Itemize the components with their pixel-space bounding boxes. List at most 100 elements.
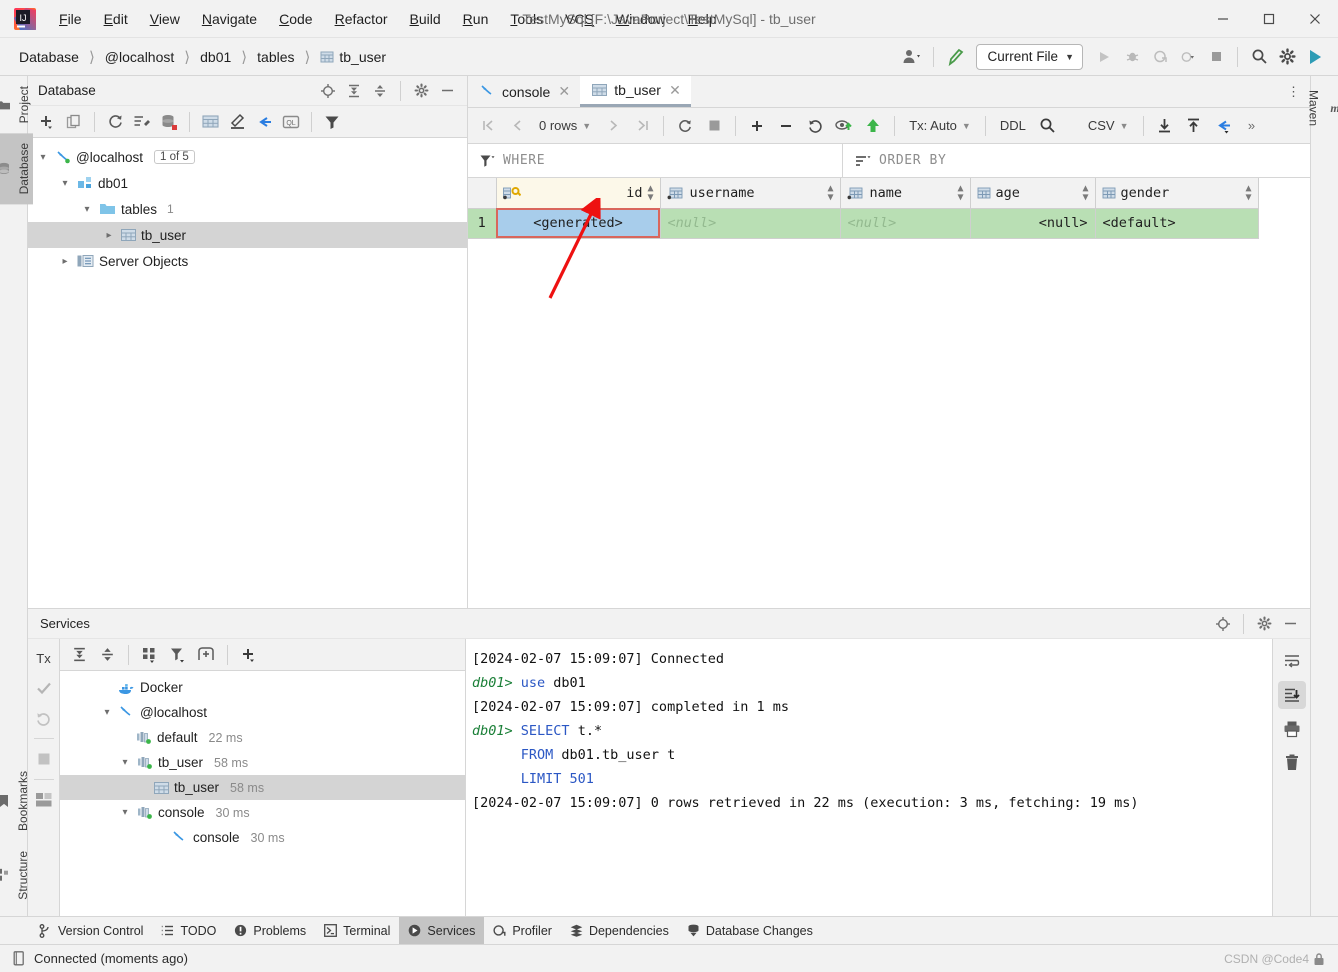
- chevron-right-icon[interactable]: ▸: [102, 230, 116, 241]
- soft-wrap-icon[interactable]: [1278, 647, 1306, 675]
- filter-icon[interactable]: [319, 110, 345, 134]
- last-page-button[interactable]: [628, 113, 656, 139]
- stop-icon[interactable]: [31, 746, 57, 772]
- collapse-all-icon[interactable]: [368, 80, 392, 102]
- hide-panel-icon[interactable]: [1278, 613, 1302, 635]
- toolbar-overflow-button[interactable]: »: [1238, 113, 1266, 139]
- data-grid[interactable]: id ▲ ▼ username ▲ ▼ name ▲ ▼ age ▲ ▼ gen…: [468, 178, 1310, 608]
- where-filter-input[interactable]: WHERE: [468, 144, 843, 177]
- search-icon[interactable]: [1034, 113, 1062, 139]
- sidebar-item-bookmarks[interactable]: Bookmarks: [0, 761, 32, 841]
- menu-edit[interactable]: Edit: [93, 7, 139, 31]
- ide-assistant-icon[interactable]: [1302, 45, 1328, 69]
- database-tree[interactable]: ▾ @localhost 1 of 5 ▾ db01 ▾ tables 1 ▸ …: [28, 138, 467, 608]
- locate-target-icon[interactable]: [316, 80, 340, 102]
- menu-view[interactable]: View: [139, 7, 191, 31]
- delete-row-button[interactable]: [772, 113, 800, 139]
- cell-gender[interactable]: <default>: [1095, 208, 1259, 239]
- add-service-button[interactable]: [236, 643, 262, 667]
- menu-run[interactable]: Run: [452, 7, 500, 31]
- menu-window[interactable]: Window: [605, 7, 677, 31]
- services-node-console[interactable]: console 30 ms: [60, 825, 465, 850]
- tree-node-server-objects[interactable]: ▸ Server Objects: [28, 248, 467, 274]
- settings-gear-icon[interactable]: [1274, 45, 1300, 69]
- tree-node-tb-user[interactable]: ▸ tb_user: [28, 222, 467, 248]
- scroll-to-end-icon[interactable]: [1277, 681, 1306, 709]
- expand-all-icon[interactable]: [66, 643, 92, 667]
- menu-help[interactable]: Help: [677, 7, 728, 31]
- database-stop-icon[interactable]: [156, 110, 182, 134]
- gear-icon[interactable]: [1252, 613, 1276, 635]
- result-table[interactable]: id ▲ ▼ username ▲ ▼ name ▲ ▼ age ▲ ▼ gen…: [468, 178, 1259, 239]
- column-header-age[interactable]: age ▲ ▼: [970, 178, 1096, 209]
- menu-tools[interactable]: Tools: [499, 7, 554, 31]
- tool-button-problems[interactable]: Problems: [225, 917, 315, 945]
- close-button[interactable]: [1292, 0, 1338, 38]
- tab-console[interactable]: console ✕: [468, 76, 580, 107]
- chevron-down-icon[interactable]: ▾: [36, 152, 50, 163]
- services-node-console-session[interactable]: ▾ console 30 ms: [60, 800, 465, 825]
- debug-button[interactable]: [1119, 45, 1145, 69]
- menu-vcs[interactable]: VCS: [554, 7, 605, 31]
- collapse-all-icon[interactable]: [94, 643, 120, 667]
- jump-to-source-icon[interactable]: [251, 110, 277, 134]
- tree-node-localhost[interactable]: ▾ @localhost 1 of 5: [28, 144, 467, 170]
- services-node-docker[interactable]: Docker: [60, 675, 465, 700]
- tool-button-version-control[interactable]: Version Control: [30, 917, 152, 945]
- export-data-button[interactable]: [1151, 113, 1179, 139]
- chevron-down-icon[interactable]: ▾: [118, 807, 132, 818]
- layout-icon[interactable]: [31, 787, 57, 813]
- chevron-down-icon[interactable]: ▾: [58, 178, 72, 189]
- prev-page-button[interactable]: [503, 113, 531, 139]
- cancel-query-button[interactable]: [700, 113, 728, 139]
- group-by-icon[interactable]: [137, 643, 163, 667]
- services-tree[interactable]: Docker ▾ @localhost default 22 ms ▾ tb_u…: [60, 671, 465, 916]
- services-node-tb-user-result[interactable]: tb_user 58 ms: [60, 775, 465, 800]
- cell-age[interactable]: <null>: [970, 208, 1096, 239]
- jump-to-source-icon[interactable]: [1209, 113, 1237, 139]
- tool-button-todo[interactable]: TODO: [152, 917, 225, 945]
- main-menu[interactable]: File Edit View Navigate Code Refactor Bu…: [48, 7, 727, 31]
- menu-build[interactable]: Build: [399, 7, 452, 31]
- transaction-button[interactable]: Tx: [31, 645, 57, 671]
- export-format-selector[interactable]: CSV ▼: [1081, 113, 1136, 139]
- tool-button-services[interactable]: Services: [399, 916, 485, 945]
- stop-button[interactable]: [1203, 45, 1229, 69]
- sort-indicator-icon[interactable]: ▲ ▼: [1245, 183, 1251, 202]
- next-page-button[interactable]: [599, 113, 627, 139]
- console-output[interactable]: [2024-02-07 15:09:07] Connected db01> us…: [466, 639, 1272, 916]
- column-header-id[interactable]: id ▲ ▼: [496, 178, 661, 209]
- menu-file[interactable]: File: [48, 7, 93, 31]
- column-header-gender[interactable]: gender ▲ ▼: [1095, 178, 1259, 209]
- print-icon[interactable]: [1278, 715, 1306, 743]
- menu-navigate[interactable]: Navigate: [191, 7, 268, 31]
- sidebar-item-database[interactable]: Database: [0, 133, 33, 205]
- build-hammer-icon[interactable]: [942, 45, 968, 69]
- search-icon[interactable]: [1246, 45, 1272, 69]
- add-tab-icon[interactable]: [193, 643, 219, 667]
- transaction-mode-selector[interactable]: Tx: Auto ▼: [902, 113, 978, 139]
- edit-pencil-icon[interactable]: [224, 110, 250, 134]
- tool-button-database-changes[interactable]: Database Changes: [678, 917, 822, 945]
- row-count-selector[interactable]: 0 rows ▼: [532, 113, 598, 139]
- maximize-button[interactable]: [1246, 0, 1292, 38]
- clear-all-trash-icon[interactable]: [1278, 749, 1306, 777]
- run-configuration-selector[interactable]: Current File ▼: [975, 43, 1083, 70]
- breadcrumb-localhost[interactable]: @localhost: [102, 47, 177, 67]
- submit-and-commit-button[interactable]: [830, 113, 858, 139]
- tool-button-terminal[interactable]: Terminal: [315, 917, 399, 945]
- services-node-tb-user-session[interactable]: ▾ tb_user 58 ms: [60, 750, 465, 775]
- tool-button-profiler[interactable]: Profiler: [484, 917, 561, 945]
- cell-name[interactable]: <null>: [840, 208, 971, 239]
- sidebar-item-structure[interactable]: Structure: [0, 841, 32, 910]
- menu-refactor[interactable]: Refactor: [324, 7, 399, 31]
- column-header-username[interactable]: username ▲ ▼: [660, 178, 841, 209]
- tree-node-tables[interactable]: ▾ tables 1: [28, 196, 467, 222]
- run-with-coverage-icon[interactable]: [1147, 45, 1173, 69]
- services-node-default[interactable]: default 22 ms: [60, 725, 465, 750]
- breadcrumb-tables[interactable]: tables: [254, 47, 297, 67]
- profile-dropdown-icon[interactable]: [1175, 45, 1201, 69]
- tool-button-dependencies[interactable]: Dependencies: [561, 917, 678, 945]
- ddl-button[interactable]: DDL: [993, 113, 1033, 139]
- hide-panel-icon[interactable]: [435, 80, 459, 102]
